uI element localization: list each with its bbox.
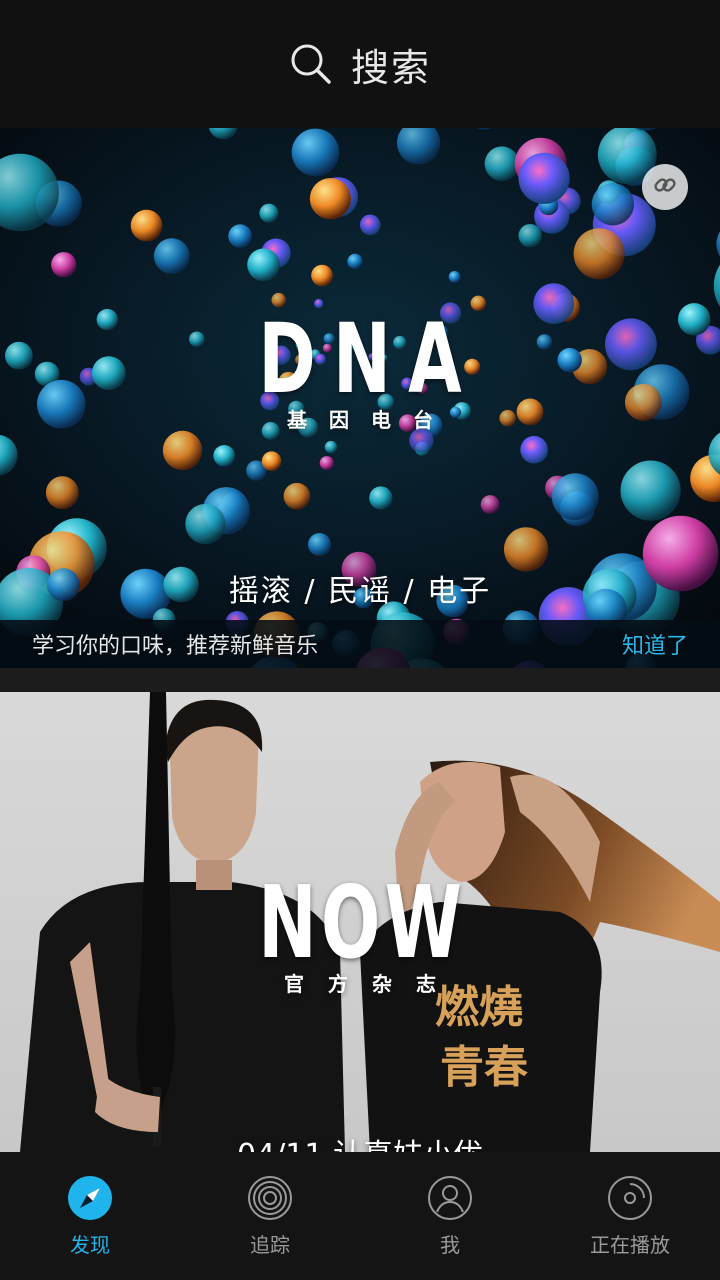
- svg-text:青春: 青春: [440, 1042, 528, 1093]
- cover-bubble: [620, 460, 681, 521]
- cover-bubble: [503, 527, 549, 572]
- cover-bubble: [520, 435, 548, 464]
- cover-bubble: [247, 248, 280, 282]
- tip-dismiss-button[interactable]: 知道了: [622, 628, 688, 660]
- profile-icon: [427, 1175, 473, 1221]
- cover-bubble: [324, 440, 338, 454]
- now-caption: 04/11 认真妹小优: [0, 1130, 720, 1152]
- now-subtitle: 官方杂志: [284, 972, 460, 996]
- cover-bubble: [551, 473, 599, 521]
- dna-radio-card[interactable]: DNA 基因电台 摇滚 / 民谣 / 电子 学习你的口味，推荐新鲜音乐 知道了: [0, 128, 720, 668]
- cover-bubble: [261, 451, 282, 472]
- dna-tip-bar: 学习你的口味，推荐新鲜音乐 知道了: [0, 620, 720, 668]
- cover-bubble: [678, 303, 711, 336]
- cover-bubble: [518, 152, 570, 204]
- cover-bubble: [153, 238, 190, 274]
- cover-bubble: [162, 430, 203, 471]
- now-title: NOW: [258, 864, 467, 981]
- tab-label: 正在播放: [590, 1232, 670, 1257]
- cover-bubble: [51, 252, 77, 278]
- cover-bubble: [347, 253, 363, 269]
- cover-bubble: [518, 224, 542, 248]
- tab-label: 发现: [70, 1232, 110, 1257]
- cover-bubble: [228, 224, 252, 248]
- cover-bubble: [309, 178, 351, 220]
- compass-icon: [67, 1175, 113, 1221]
- tab-track[interactable]: 追踪: [180, 1152, 360, 1280]
- tab-label: 追踪: [250, 1232, 290, 1257]
- tab-me[interactable]: 我: [360, 1152, 540, 1280]
- cover-bubble: [308, 533, 331, 556]
- tab-discover[interactable]: 发现: [0, 1152, 180, 1280]
- tip-text: 学习你的口味，推荐新鲜音乐: [32, 634, 319, 659]
- cover-bubble: [359, 214, 381, 236]
- cover-bubble: [369, 486, 393, 510]
- now-magazine-card[interactable]: 燃燒 青春 NOW 官方杂志 04/11 认真妹小优: [0, 692, 720, 1152]
- cover-bubble: [448, 271, 461, 283]
- card-divider: [0, 668, 720, 692]
- dna-title: DNA: [258, 303, 479, 415]
- cover-bubble: [591, 183, 635, 226]
- radar-icon: [247, 1175, 293, 1221]
- cover-bubble: [259, 203, 279, 223]
- cover-bubble: [319, 456, 334, 471]
- cover-bubble: [283, 482, 311, 510]
- cover-bubble: [291, 128, 340, 177]
- cover-bubble: [573, 228, 625, 280]
- cover-bubble: [45, 476, 79, 510]
- cover-bubble: [185, 503, 226, 545]
- bottom-tab-bar: 发现 追踪 我 正在播放: [0, 1152, 720, 1280]
- dna-genres: 摇滚 / 民谣 / 电子: [228, 574, 492, 609]
- link-icon: [652, 172, 678, 202]
- cover-bubble: [5, 341, 33, 370]
- search-icon: [289, 42, 333, 86]
- tab-label: 我: [440, 1232, 460, 1257]
- cover-bubble: [130, 209, 163, 242]
- disc-icon: [607, 1175, 653, 1221]
- tab-now-playing[interactable]: 正在播放: [540, 1152, 720, 1280]
- cover-bubble: [213, 445, 235, 467]
- search-label: 搜索: [350, 45, 431, 90]
- cover-bubble: [311, 264, 333, 287]
- cover-bubble: [484, 146, 520, 181]
- top-bar: 搜索: [0, 0, 720, 128]
- cover-bubble: [480, 495, 500, 514]
- dna-subtitle: 基因电台: [287, 408, 455, 432]
- share-link-button[interactable]: [642, 164, 688, 210]
- search-button[interactable]: 搜索: [289, 37, 431, 92]
